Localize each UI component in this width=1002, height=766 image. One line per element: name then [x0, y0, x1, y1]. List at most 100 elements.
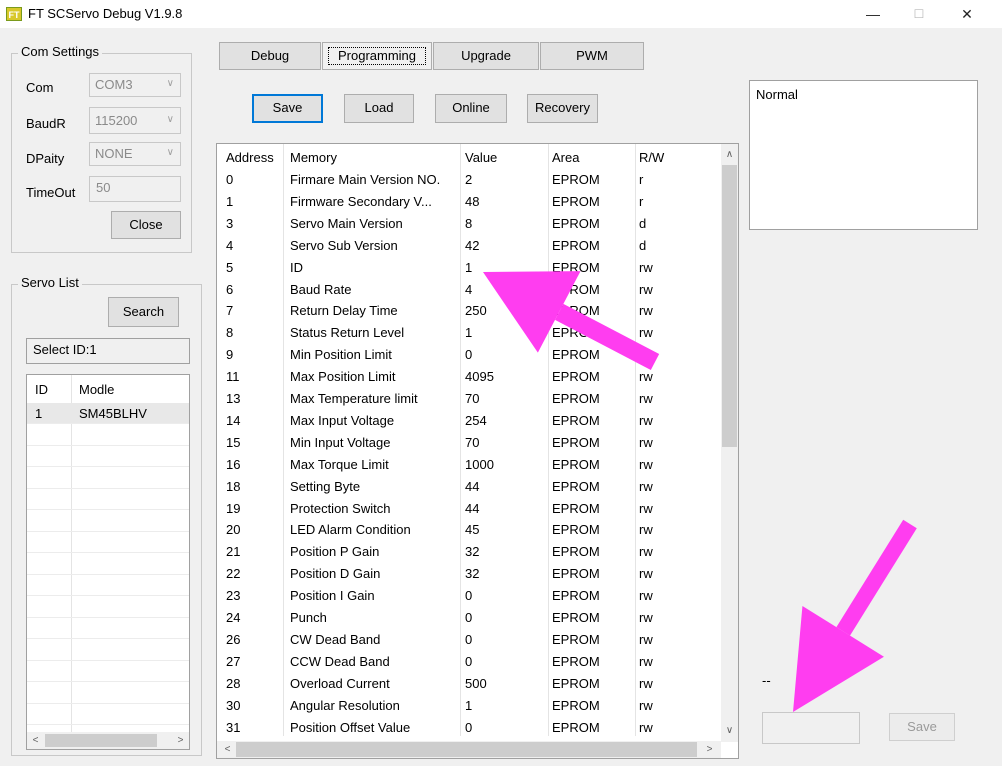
tab-pwm[interactable]: PWM	[540, 42, 644, 70]
scroll-right-icon[interactable]: >	[172, 732, 189, 749]
search-button[interactable]: Search	[108, 297, 179, 327]
tab-upgrade[interactable]: Upgrade	[433, 42, 539, 70]
servo-column-header[interactable]: Modle	[79, 379, 114, 401]
cell-value[interactable]: 0	[465, 607, 540, 629]
cell-value[interactable]: 0	[465, 629, 540, 651]
cell-value[interactable]: 44	[465, 476, 540, 498]
cell-value[interactable]: 1000	[465, 454, 540, 476]
servo-table-row[interactable]	[27, 640, 189, 661]
cell-value[interactable]: 1	[465, 695, 540, 717]
close-port-button[interactable]: Close	[111, 211, 181, 239]
table-row[interactable]: 24 Punch 0 EPROM rw	[217, 607, 722, 629]
servo-table-row[interactable]	[27, 618, 189, 639]
servo-column-header[interactable]: ID	[35, 379, 48, 401]
minimize-button[interactable]: —	[850, 0, 896, 28]
online-button[interactable]: Online	[435, 94, 507, 123]
table-row[interactable]: 27 CCW Dead Band 0 EPROM rw	[217, 651, 722, 673]
servo-table-row[interactable]	[27, 597, 189, 618]
servo-table-row[interactable]	[27, 511, 189, 532]
table-row[interactable]: 0 Firmare Main Version NO. 2 EPROM r	[217, 169, 722, 191]
baud-select[interactable]: 115200 ∨	[89, 107, 181, 134]
servo-table-row[interactable]: 1 SM45BLHV	[27, 403, 189, 424]
cell-value[interactable]: 0	[465, 344, 540, 366]
value-field[interactable]	[762, 712, 860, 744]
table-row[interactable]: 11 Max Position Limit 4095 EPROM rw	[217, 366, 722, 388]
servo-table-row[interactable]	[27, 661, 189, 682]
cell-value[interactable]: 32	[465, 541, 540, 563]
scroll-left-icon[interactable]: <	[27, 732, 44, 749]
servo-table-row[interactable]	[27, 554, 189, 575]
cell-value[interactable]: 1	[465, 257, 540, 279]
cell-value[interactable]: 32	[465, 563, 540, 585]
load-button[interactable]: Load	[344, 94, 414, 123]
table-row[interactable]: 7 Return Delay Time 250 EPROM rw	[217, 300, 722, 322]
table-row[interactable]: 20 LED Alarm Condition 45 EPROM rw	[217, 519, 722, 541]
com-select[interactable]: COM3 ∨	[89, 73, 181, 97]
scroll-down-icon[interactable]: ∨	[721, 722, 738, 739]
servo-table[interactable]: ID Modle 1 SM45BLHV < >	[26, 374, 190, 750]
maximize-button[interactable]: ☐	[896, 0, 942, 28]
servo-table-row[interactable]	[27, 532, 189, 553]
tab-debug[interactable]: Debug	[219, 42, 321, 70]
table-row[interactable]: 16 Max Torque Limit 1000 EPROM rw	[217, 454, 722, 476]
column-header-area[interactable]: Area	[552, 147, 622, 169]
scroll-right-icon[interactable]: >	[701, 741, 718, 758]
cell-value[interactable]: 70	[465, 432, 540, 454]
cell-value[interactable]: 4	[465, 279, 540, 301]
column-header-address[interactable]: Address	[226, 147, 281, 169]
scroll-left-icon[interactable]: <	[219, 741, 236, 758]
table-row[interactable]: 30 Angular Resolution 1 EPROM rw	[217, 695, 722, 717]
table-row[interactable]: 15 Min Input Voltage 70 EPROM rw	[217, 432, 722, 454]
column-header-value[interactable]: Value	[465, 147, 540, 169]
memory-table[interactable]: Address Memory Value Area R/W 0 Firmare Main V…	[216, 143, 739, 759]
cell-value[interactable]: 8	[465, 213, 540, 235]
cell-value[interactable]: 42	[465, 235, 540, 257]
servo-horizontal-scrollbar[interactable]: < >	[27, 732, 189, 749]
table-row[interactable]: 22 Position D Gain 32 EPROM rw	[217, 563, 722, 585]
column-header-rw[interactable]: R/W	[639, 147, 699, 169]
servo-table-row[interactable]	[27, 446, 189, 467]
table-row[interactable]: 18 Setting Byte 44 EPROM rw	[217, 476, 722, 498]
cell-value[interactable]: 44	[465, 498, 540, 520]
cell-value[interactable]: 0	[465, 651, 540, 673]
table-row[interactable]: 6 Baud Rate 4 EPROM rw	[217, 279, 722, 301]
cell-value[interactable]: 500	[465, 673, 540, 695]
parity-select[interactable]: NONE ∨	[89, 142, 181, 166]
table-row[interactable]: 4 Servo Sub Version 42 EPROM d	[217, 235, 722, 257]
table-row[interactable]: 8 Status Return Level 1 EPROM rw	[217, 322, 722, 344]
servo-table-row[interactable]	[27, 575, 189, 596]
cell-value[interactable]: 0	[465, 717, 540, 739]
table-row[interactable]: 1 Firmware Secondary V... 48 EPROM r	[217, 191, 722, 213]
table-row[interactable]: 5 ID 1 EPROM rw	[217, 257, 722, 279]
table-row[interactable]: 19 Protection Switch 44 EPROM rw	[217, 498, 722, 520]
servo-table-row[interactable]	[27, 489, 189, 510]
table-row[interactable]: 23 Position I Gain 0 EPROM rw	[217, 585, 722, 607]
tab-programming[interactable]: Programming	[322, 42, 432, 70]
cell-value[interactable]: 48	[465, 191, 540, 213]
timeout-field[interactable]: 50	[89, 176, 181, 202]
servo-table-row[interactable]	[27, 704, 189, 725]
servo-table-row[interactable]	[27, 468, 189, 489]
table-row[interactable]: 3 Servo Main Version 8 EPROM d	[217, 213, 722, 235]
table-row[interactable]: 9 Min Position Limit 0 EPROM rw	[217, 344, 722, 366]
vertical-scroll-thumb[interactable]	[722, 165, 737, 447]
cell-value[interactable]: 250	[465, 300, 540, 322]
bottom-save-button[interactable]: Save	[889, 713, 955, 741]
recovery-button[interactable]: Recovery	[527, 94, 598, 123]
table-row[interactable]: 14 Max Input Voltage 254 EPROM rw	[217, 410, 722, 432]
cell-value[interactable]: 2	[465, 169, 540, 191]
cell-value[interactable]: 1	[465, 322, 540, 344]
table-row[interactable]: 26 CW Dead Band 0 EPROM rw	[217, 629, 722, 651]
close-window-button[interactable]: ✕	[944, 0, 990, 28]
save-button[interactable]: Save	[252, 94, 323, 123]
table-row[interactable]: 28 Overload Current 500 EPROM rw	[217, 673, 722, 695]
cell-value[interactable]: 4095	[465, 366, 540, 388]
column-header-memory[interactable]: Memory	[290, 147, 462, 169]
cell-value[interactable]: 254	[465, 410, 540, 432]
table-row[interactable]: 13 Max Temperature limit 70 EPROM rw	[217, 388, 722, 410]
scroll-up-icon[interactable]: ∧	[721, 146, 738, 163]
cell-value[interactable]: 45	[465, 519, 540, 541]
servo-table-row[interactable]	[27, 683, 189, 704]
servo-table-row[interactable]	[27, 425, 189, 446]
servo-scroll-thumb[interactable]	[45, 734, 157, 747]
